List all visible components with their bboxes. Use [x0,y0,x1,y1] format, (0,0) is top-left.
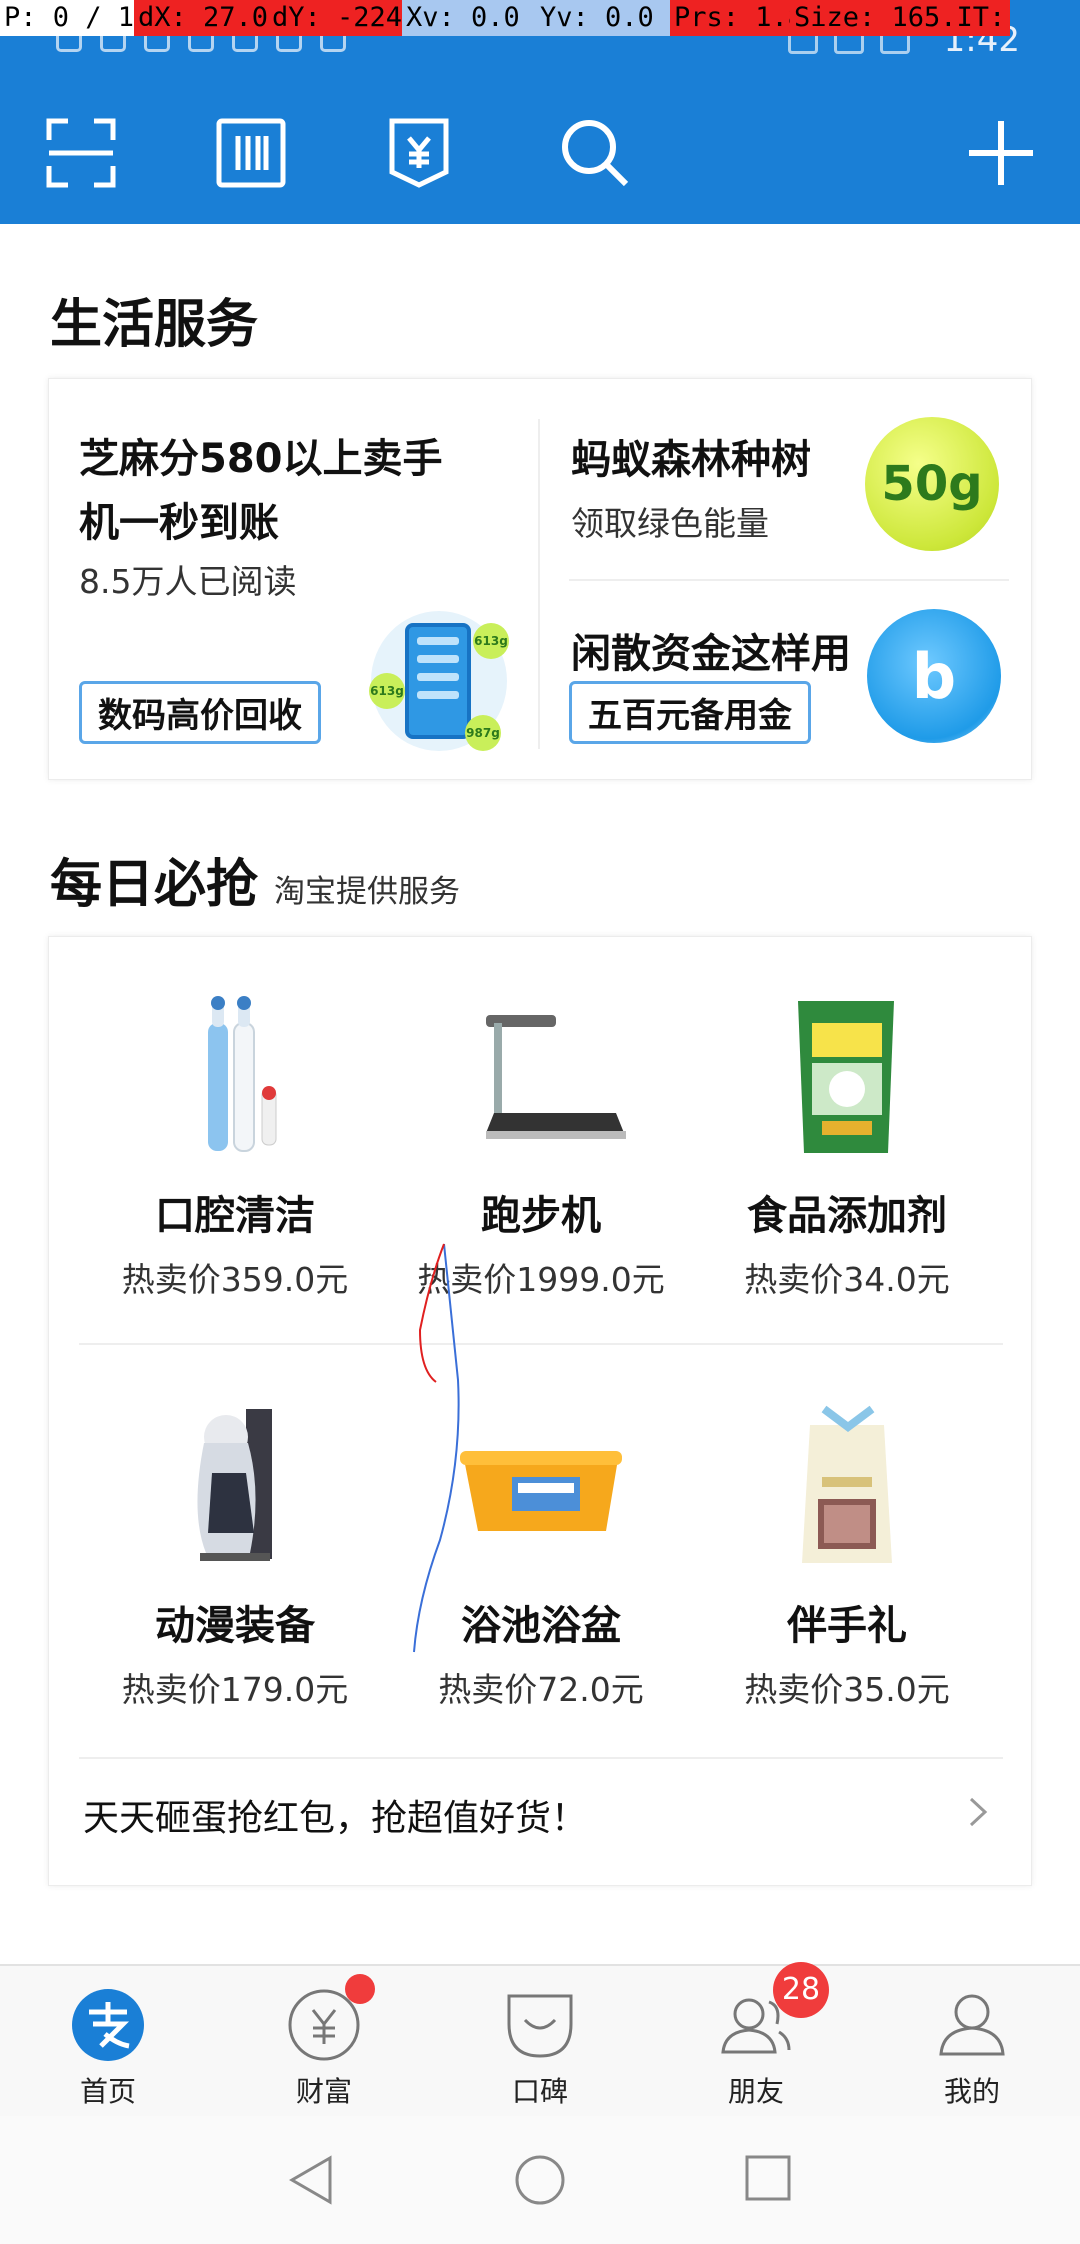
debug-size: Size: 165.IT: 203243 [790,0,1010,36]
energy-amount: 50g [881,456,983,512]
profile-icon [935,1988,1009,2062]
debug-pressure: Prs: 1.83 [670,0,790,36]
energy-tag: 987g [465,715,501,751]
phone-recycle-title[interactable]: 芝麻分580以上卖手机一秒到账 [79,427,459,555]
row-divider [79,1757,1003,1759]
product-price: 热卖价34.0元 [744,1260,950,1299]
debug-xv: Xv: 0.0 [402,0,536,36]
tab-home[interactable]: 首页 [38,1988,178,2110]
screen: { "debug": { "p": "P: 0 / 1", "dx": "dX:… [0,0,1080,2244]
egg-smash-promo[interactable]: 天天砸蛋抢红包，抢超值好货！ [83,1789,587,1841]
tab-label: 首页 [79,2075,136,2108]
product-price: 热卖价72.0元 [438,1670,644,1709]
energy-tag: 613g [473,623,509,659]
barcode-icon[interactable] [216,118,286,188]
energy-tag: 613g [369,673,405,709]
product-price: 热卖价179.0元 [121,1670,349,1709]
tab-label: 财富 [295,2075,352,2108]
debug-yv: Yv: 0.0 [536,0,670,36]
friends-icon: 28 [719,1962,829,2062]
debug-dx: dX: 27.0 [134,0,268,36]
scan-icon[interactable] [46,118,116,188]
anime-figure-image [150,1403,320,1573]
product-gift[interactable]: 伴手礼 热卖价35.0元 [697,1403,997,1711]
tab-profile[interactable]: 我的 [902,1988,1042,2110]
tab-wealth[interactable]: 财富 [254,1974,394,2110]
back-icon[interactable] [286,2154,336,2206]
life-services-title: 生活服务 [50,295,259,355]
gift-box-image [762,1403,932,1573]
life-services-card: 芝麻分580以上卖手机一秒到账 8.5万人已阅读 数码高价回收 613g 613… [48,378,1032,780]
card-divider [538,419,540,749]
daily-deals-header: 每日必抢 淘宝提供服务 [50,842,460,917]
home-icon[interactable] [514,2154,566,2206]
bottom-tab-bar: 首页 财富 口碑 28 朋友 我的 [0,1962,1080,2116]
reserve-fund-button[interactable]: 五百元备用金 [569,681,811,744]
daily-deals-card: 口腔清洁 热卖价359.0元 跑步机 热卖价1999.0元 食品添加剂 热卖价3… [48,936,1032,1886]
ant-forest-title[interactable]: 蚂蚁森林种树 [571,427,811,485]
product-name: 跑步机 [481,1193,601,1239]
product-food-additive[interactable]: 食品添加剂 热卖价34.0元 [697,993,997,1301]
ant-forest-subtitle: 领取绿色能量 [571,504,769,543]
touch-trace [413,1243,460,1653]
friends-badge: 28 [773,1962,829,2018]
daily-deals-subtitle: 淘宝提供服务 [274,874,461,910]
add-icon[interactable] [966,118,1036,188]
tab-label: 朋友 [727,2075,784,2108]
product-oral-care[interactable]: 口腔清洁 热卖价359.0元 [85,993,385,1301]
card-divider [569,579,1009,581]
product-name: 伴手礼 [787,1603,907,1649]
debug-dy: dY: -224.0 [268,0,402,36]
koubei-icon [503,1988,577,2062]
tab-koubei[interactable]: 口碑 [470,1988,610,2110]
idle-funds-title[interactable]: 闲散资金这样用 [571,621,851,679]
chevron-right-icon[interactable] [957,1787,997,1837]
row-divider [79,1343,1003,1345]
tab-label: 口碑 [511,2075,568,2108]
toothbrush-image [150,993,320,1163]
pointer-debug-overlay: P: 0 / 1 dX: 27.0 dY: -224.0 Xv: 0.0 Yv:… [0,0,1080,36]
daily-deals-title: 每日必抢 [50,855,259,915]
bill-icon[interactable] [384,118,454,188]
product-price: 热卖价359.0元 [121,1260,349,1299]
treadmill-image [456,993,626,1163]
product-name: 口腔清洁 [155,1193,315,1239]
product-name: 动漫装备 [155,1603,315,1649]
recents-icon[interactable] [744,2154,792,2202]
search-icon[interactable] [560,118,630,188]
product-price: 热卖价35.0元 [744,1670,950,1709]
digital-recycle-button[interactable]: 数码高价回收 [79,681,321,744]
notification-dot [345,1974,375,2004]
yuebao-icon[interactable]: b [867,609,1001,743]
bathtub-image [456,1403,626,1573]
product-name: 食品添加剂 [747,1193,947,1239]
read-count: 8.5万人已阅读 [79,562,297,601]
tablet-illustration: 613g 613g 987g [369,611,509,751]
food-additive-image [762,993,932,1163]
tablet-screen [405,623,471,739]
tab-label: 我的 [943,2075,1000,2108]
tab-friends[interactable]: 28 朋友 [686,1962,829,2110]
header-toolbar [0,118,1080,188]
green-energy-icon[interactable]: 50g [865,417,999,551]
debug-pointer-count: P: 0 / 1 [0,0,134,36]
yuebao-letter: b [911,639,957,713]
product-anime-gear[interactable]: 动漫装备 热卖价179.0元 [85,1403,385,1711]
system-navigation-bar [0,2116,1080,2244]
alipay-icon [71,1988,145,2062]
wealth-icon [287,1974,375,2062]
